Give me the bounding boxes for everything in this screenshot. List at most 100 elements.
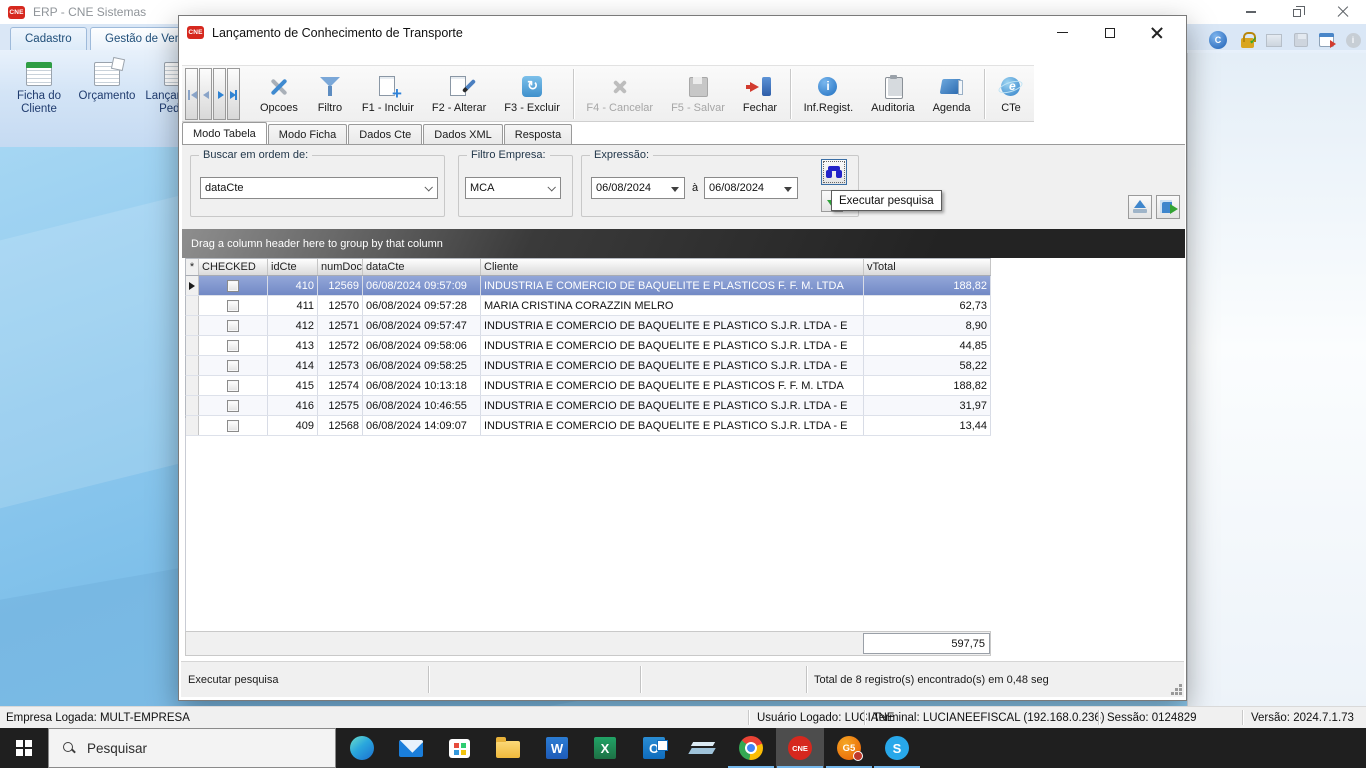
cte-button[interactable]: CTe bbox=[988, 67, 1034, 121]
quick-lock-button[interactable] bbox=[1237, 30, 1257, 50]
resize-grip[interactable] bbox=[1172, 685, 1182, 695]
quick-cne-sphere-button[interactable]: C bbox=[1208, 30, 1228, 50]
f1-incluir-button[interactable]: F1 - Incluir bbox=[353, 67, 423, 121]
tab-modo-tabela[interactable]: Modo Tabela bbox=[182, 122, 267, 144]
f2-alterar-button[interactable]: F2 - Alterar bbox=[423, 67, 495, 121]
taskbar-mail-button[interactable] bbox=[387, 728, 435, 768]
row-checkbox[interactable] bbox=[227, 280, 239, 292]
taskbar-search-input[interactable]: Pesquisar bbox=[48, 728, 336, 768]
cell-cliente: INDUSTRIA E COMERCIO DE BAQUELITE E PLAS… bbox=[481, 356, 864, 375]
inf-regist-button[interactable]: Inf.Regist. bbox=[795, 67, 863, 121]
vtotal-sum: 597,75 bbox=[863, 633, 990, 654]
nav-last-button[interactable] bbox=[227, 68, 240, 120]
taskbar-edge-button[interactable] bbox=[338, 728, 386, 768]
dialog-titlebar[interactable]: CNE Lançamento de Conhecimento de Transp… bbox=[179, 16, 1186, 49]
taskbar-cne-button[interactable]: CNE bbox=[776, 728, 824, 768]
taskbar-chrome-button[interactable] bbox=[727, 728, 775, 768]
taskbar-skype-button[interactable]: S bbox=[873, 728, 921, 768]
checkbox-cell[interactable] bbox=[199, 296, 268, 315]
row-indicator bbox=[186, 356, 199, 375]
search-button[interactable] bbox=[821, 159, 847, 185]
checkbox-cell[interactable] bbox=[199, 376, 268, 395]
taskbar-store-button[interactable] bbox=[435, 728, 483, 768]
nav-prev-button[interactable] bbox=[199, 68, 212, 120]
row-checkbox[interactable] bbox=[227, 320, 239, 332]
close-icon bbox=[1151, 27, 1163, 39]
table-row[interactable]: 411 12570 06/08/2024 09:57:28 MARIA CRIS… bbox=[185, 296, 991, 316]
taskbar-g5-button[interactable]: G5 bbox=[825, 728, 873, 768]
tab-dados-xml[interactable]: Dados XML bbox=[423, 124, 502, 144]
header-vtotal[interactable]: vTotal bbox=[864, 259, 991, 275]
checkbox-cell[interactable] bbox=[199, 276, 268, 295]
row-checkbox[interactable] bbox=[227, 360, 239, 372]
order-combobox[interactable]: dataCte bbox=[200, 177, 438, 199]
table-row[interactable]: 409 12568 06/08/2024 14:09:07 INDUSTRIA … bbox=[185, 416, 991, 436]
table-row[interactable]: 415 12574 06/08/2024 10:13:18 INDUSTRIA … bbox=[185, 376, 991, 396]
agenda-button[interactable]: Agenda bbox=[924, 67, 980, 121]
row-checkbox[interactable] bbox=[227, 380, 239, 392]
row-checkbox[interactable] bbox=[227, 420, 239, 432]
main-restore-button[interactable] bbox=[1274, 0, 1320, 24]
fechar-button[interactable]: Fechar bbox=[734, 67, 786, 121]
tab-cadastro[interactable]: Cadastro bbox=[10, 27, 87, 50]
tab-dados-cte[interactable]: Dados Cte bbox=[348, 124, 422, 144]
taskbar-explorer-button[interactable] bbox=[484, 728, 532, 768]
tab-modo-ficha[interactable]: Modo Ficha bbox=[268, 124, 347, 144]
taskbar-scanner-button[interactable] bbox=[679, 728, 727, 768]
dialog-statusbar: Executar pesquisa Total de 8 registro(s)… bbox=[181, 661, 1184, 697]
f3-excluir-button[interactable]: F3 - Excluir bbox=[495, 67, 569, 121]
date-from-picker[interactable]: 06/08/2024 bbox=[591, 177, 685, 199]
header-indicator[interactable]: * bbox=[186, 259, 199, 275]
nav-next-button[interactable] bbox=[213, 68, 226, 120]
nav-first-button[interactable] bbox=[185, 68, 198, 120]
table-row[interactable]: 412 12571 06/08/2024 09:57:47 INDUSTRIA … bbox=[185, 316, 991, 336]
ribbon-button-orcamento[interactable]: Orçamento bbox=[74, 56, 140, 142]
status-session: Sessão: 0124829 bbox=[1107, 707, 1197, 728]
cell-cliente: INDUSTRIA E COMERCIO DE BAQUELITE E PLAS… bbox=[481, 316, 864, 335]
auditoria-button[interactable]: Auditoria bbox=[862, 67, 923, 121]
taskbar-outlook-button[interactable]: O bbox=[630, 728, 678, 768]
taskbar-excel-button[interactable]: X bbox=[581, 728, 629, 768]
checkbox-cell[interactable] bbox=[199, 356, 268, 375]
table-row[interactable]: 410 12569 06/08/2024 09:57:09 INDUSTRIA … bbox=[185, 276, 991, 296]
table-row[interactable]: 416 12575 06/08/2024 10:46:55 INDUSTRIA … bbox=[185, 396, 991, 416]
table-row[interactable]: 414 12573 06/08/2024 09:58:25 INDUSTRIA … bbox=[185, 356, 991, 376]
export-button[interactable] bbox=[1156, 195, 1180, 219]
header-numdoc[interactable]: numDoc bbox=[318, 259, 363, 275]
company-combobox[interactable]: MCA bbox=[465, 177, 561, 199]
upload-button[interactable] bbox=[1128, 195, 1152, 219]
main-minimize-button[interactable] bbox=[1228, 0, 1274, 24]
table-row[interactable]: 413 12572 06/08/2024 09:58:06 INDUSTRIA … bbox=[185, 336, 991, 356]
grid-group-band[interactable]: Drag a column header here to group by th… bbox=[182, 229, 1185, 258]
checkbox-cell[interactable] bbox=[199, 416, 268, 435]
start-button[interactable] bbox=[0, 728, 48, 768]
opcoes-button[interactable]: Opcoes bbox=[251, 67, 307, 121]
ribbon-button-ficha-do-cliente[interactable]: Ficha do Cliente bbox=[6, 56, 72, 142]
row-checkbox[interactable] bbox=[227, 300, 239, 312]
status-separator bbox=[748, 710, 749, 725]
row-checkbox[interactable] bbox=[227, 400, 239, 412]
cell-numdoc: 12575 bbox=[318, 396, 363, 415]
checkbox-cell[interactable] bbox=[199, 336, 268, 355]
filtro-button[interactable]: Filtro bbox=[307, 67, 353, 121]
header-cliente[interactable]: Cliente bbox=[481, 259, 864, 275]
quick-info-button[interactable]: i bbox=[1343, 30, 1363, 50]
tab-resposta[interactable]: Resposta bbox=[504, 124, 572, 144]
quick-save-button[interactable] bbox=[1291, 30, 1311, 50]
row-indicator bbox=[186, 396, 199, 415]
date-to-picker[interactable]: 06/08/2024 bbox=[704, 177, 798, 199]
dialog-minimize-button[interactable] bbox=[1039, 16, 1086, 49]
header-idcte[interactable]: idCte bbox=[268, 259, 318, 275]
header-checked[interactable]: CHECKED bbox=[199, 259, 268, 275]
checkbox-cell[interactable] bbox=[199, 396, 268, 415]
main-close-button[interactable] bbox=[1320, 0, 1366, 24]
taskbar-word-button[interactable]: W bbox=[533, 728, 581, 768]
row-checkbox[interactable] bbox=[227, 340, 239, 352]
button-label: F1 - Incluir bbox=[362, 102, 414, 114]
checkbox-cell[interactable] bbox=[199, 316, 268, 335]
quick-calendar-button[interactable] bbox=[1316, 30, 1336, 50]
quick-window-button[interactable] bbox=[1264, 30, 1284, 50]
dialog-close-button[interactable] bbox=[1133, 16, 1180, 49]
dialog-maximize-button[interactable] bbox=[1086, 16, 1133, 49]
header-datacte[interactable]: dataCte bbox=[363, 259, 481, 275]
